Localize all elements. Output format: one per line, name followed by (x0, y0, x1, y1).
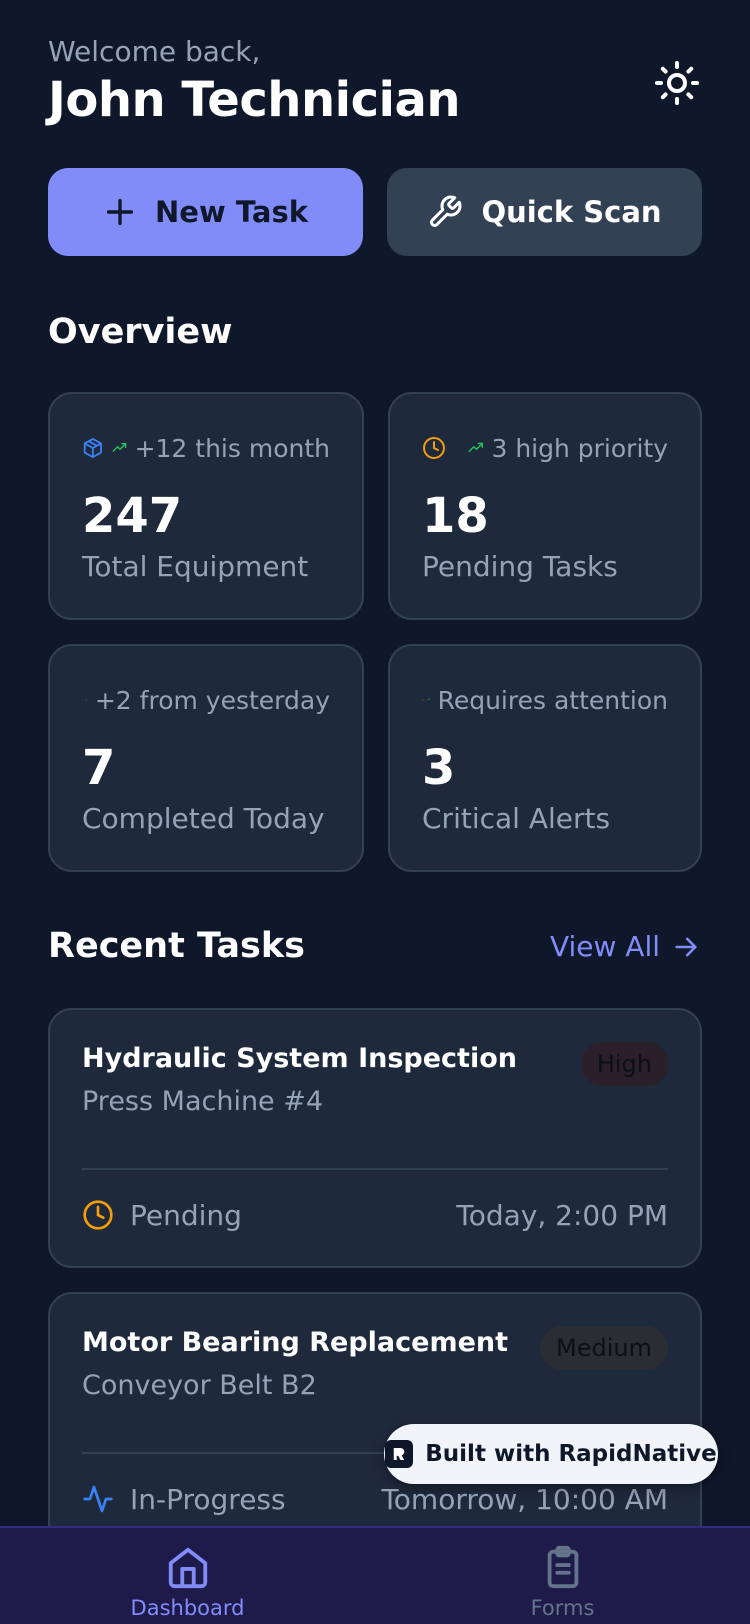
nav-item-forms[interactable]: Forms (375, 1528, 750, 1624)
check-circle-icon (82, 699, 83, 701)
quick-scan-button[interactable]: Quick Scan (387, 168, 702, 256)
stat-value: 247 (82, 488, 183, 544)
task-equipment: Press Machine #4 (82, 1086, 324, 1117)
stat-label: Pending Tasks (422, 550, 618, 583)
stat-trend: Requires attention (437, 685, 668, 715)
priority-badge: High (580, 1042, 668, 1086)
task-status: In-Progress (82, 1483, 286, 1516)
trending-up-icon (425, 698, 430, 701)
stat-header: Requires attention (422, 678, 668, 722)
rapidnative-logo-icon (385, 1440, 414, 1468)
nav-label-forms: Forms (530, 1596, 595, 1620)
home-icon (168, 1547, 207, 1589)
stat-header: 3 high priority (422, 426, 668, 470)
activity-icon (83, 1485, 113, 1513)
task-status-label: Pending (130, 1198, 242, 1232)
stat-label: Critical Alerts (422, 802, 611, 835)
stat-value: 18 (422, 488, 489, 544)
stat-trend: +2 from yesterday (94, 685, 330, 715)
built-with-badge[interactable]: Built with RapidNative (384, 1424, 718, 1484)
stat-card-pending-tasks[interactable]: 3 high priority 18 Pending Tasks (388, 392, 702, 620)
stat-value: 7 (82, 740, 116, 796)
task-status: Pending (82, 1199, 242, 1232)
stat-label: Total Equipment (82, 550, 309, 583)
task-card[interactable]: Hydraulic System Inspection Press Machin… (48, 1008, 702, 1268)
built-with-label: Built with RapidNative (425, 1441, 717, 1467)
overview-title: Overview (48, 312, 233, 352)
package-icon (83, 438, 102, 458)
priority-badge: Medium (540, 1326, 668, 1370)
nav-item-dashboard[interactable]: Dashboard (0, 1528, 375, 1624)
stat-card-total-equipment[interactable]: +12 this month 247 Total Equipment (48, 392, 364, 620)
task-status-label: In-Progress (130, 1482, 286, 1516)
action-buttons: New Task Quick Scan (48, 168, 702, 256)
plus-icon (106, 198, 134, 226)
divider (82, 1168, 668, 1170)
welcome-text: Welcome back, (48, 35, 261, 68)
task-footer: Pending Today, 2:00 PM (82, 1190, 668, 1240)
task-equipment: Conveyor Belt B2 (82, 1370, 317, 1401)
stat-header: +12 this month (82, 426, 330, 470)
new-task-label: New Task (155, 195, 308, 229)
stat-trend: 3 high priority (491, 433, 668, 463)
header: Welcome back, John Technician (48, 34, 702, 134)
trending-up-icon (468, 442, 483, 452)
bottom-navigation: Dashboard Forms (0, 1526, 750, 1624)
nav-label-dashboard: Dashboard (130, 1596, 245, 1620)
view-all-link[interactable]: View All (550, 930, 700, 963)
task-title: Motor Bearing Replacement (82, 1327, 509, 1358)
quick-scan-label: Quick Scan (481, 195, 662, 229)
view-all-label: View All (549, 930, 660, 963)
wrench-icon (430, 195, 462, 227)
dashboard-screen: Welcome back, John Technician New Task Q… (0, 0, 750, 1624)
task-title: Hydraulic System Inspection (82, 1043, 517, 1074)
stats-grid: +12 this month 247 Total Equipment 3 hig… (48, 392, 702, 872)
trending-up-icon (112, 442, 127, 452)
arrow-right-icon (675, 937, 697, 956)
rapidnative-mark-icon (394, 1447, 405, 1460)
stat-value: 3 (422, 740, 456, 796)
theme-toggle-button[interactable] (652, 58, 702, 108)
task-due: Tomorrow, 10:00 AM (381, 1482, 668, 1516)
stat-card-critical-alerts[interactable]: Requires attention 3 Critical Alerts (388, 644, 702, 872)
task-due: Today, 2:00 PM (456, 1198, 668, 1232)
stat-trend: +12 this month (134, 433, 330, 463)
clock-icon (83, 1200, 113, 1230)
trending-up-icon (85, 699, 87, 701)
clock-icon (422, 437, 445, 459)
stat-card-completed-today[interactable]: +2 from yesterday 7 Completed Today (48, 644, 364, 872)
stat-label: Completed Today (82, 802, 325, 835)
task-card[interactable]: Motor Bearing Replacement Conveyor Belt … (48, 1292, 702, 1552)
stat-header: +2 from yesterday (82, 678, 330, 722)
sun-icon (655, 61, 699, 105)
user-name: John Technician (48, 72, 461, 128)
new-task-button[interactable]: New Task (48, 168, 363, 256)
clipboard-icon (547, 1545, 578, 1589)
alert-circle-icon (422, 699, 424, 701)
recent-tasks-title: Recent Tasks (48, 926, 305, 966)
